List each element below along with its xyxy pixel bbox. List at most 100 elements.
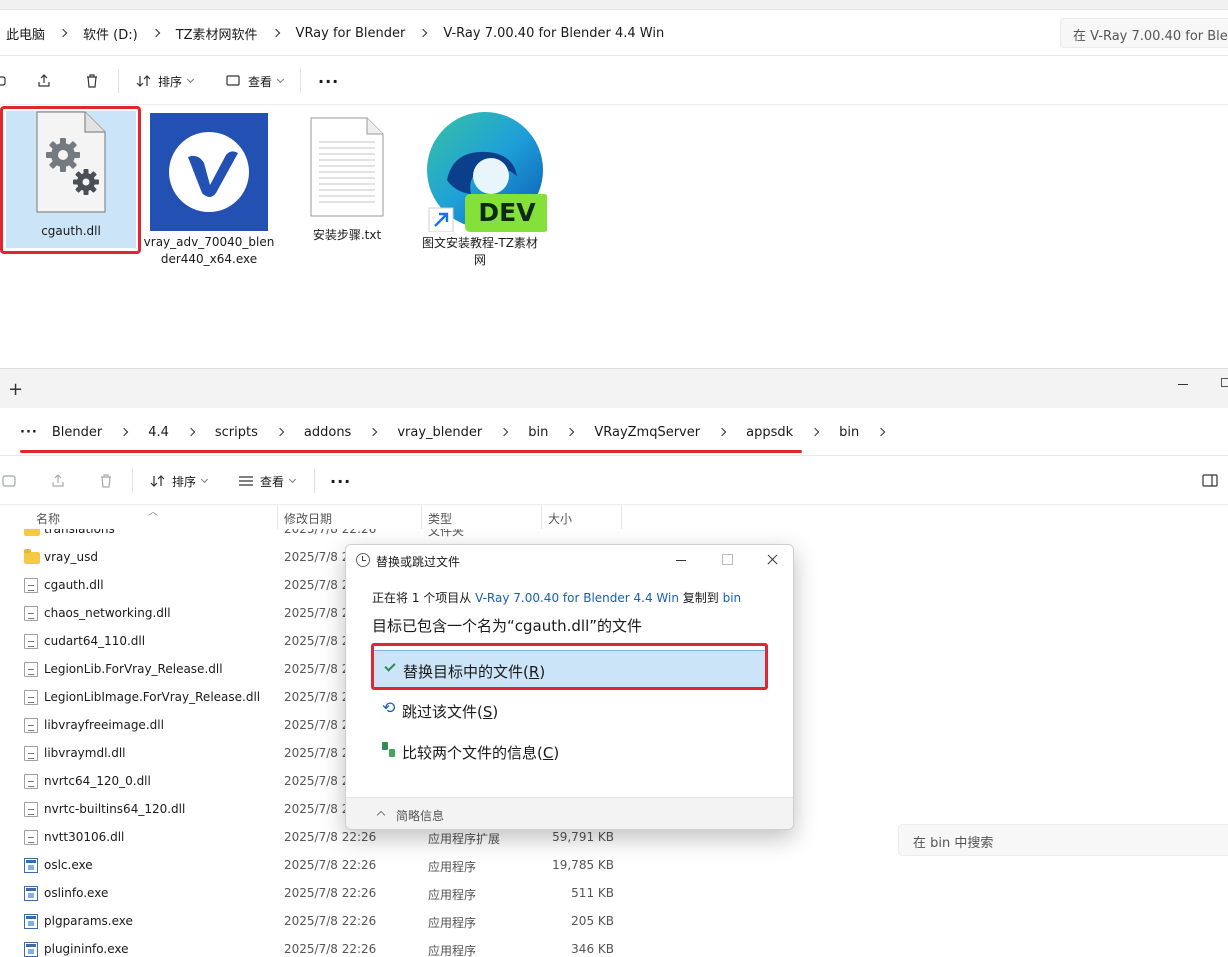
delete-button[interactable]	[84, 57, 100, 105]
chevron-right-icon[interactable]	[877, 427, 887, 437]
column-header-date[interactable]: 修改日期	[284, 510, 332, 527]
chevron-right-icon[interactable]	[369, 427, 379, 437]
table-row[interactable]: oslinfo.exe 2025/7/8 22:26 应用程序 511 KB	[0, 879, 700, 907]
more-options-button[interactable]: ···	[330, 457, 351, 505]
breadcrumb-item[interactable]: Blender	[52, 425, 102, 440]
file-name: cgauth.dll	[41, 224, 101, 238]
chevron-right-icon[interactable]	[718, 427, 728, 437]
top-search-input[interactable]: 在 V-Ray 7.00.40 for Blender 4.4 Win 中搜索	[1060, 18, 1228, 48]
share-icon	[38, 74, 50, 87]
file-tile-cgauth[interactable]: cgauth.dll	[4, 110, 138, 240]
chevron-right-icon[interactable]	[59, 28, 69, 38]
dialog-maximize-button	[704, 545, 750, 575]
breadcrumb-overflow-button[interactable]: ···	[20, 425, 38, 440]
chevron-right-icon[interactable]	[566, 427, 576, 437]
new-tab-button[interactable]: +	[8, 379, 23, 400]
vray-logo-icon	[150, 113, 268, 231]
breadcrumb-item[interactable]: V-Ray 7.00.40 for Blender 4.4 Win	[443, 26, 664, 41]
view-button[interactable]: 查看	[226, 57, 285, 105]
edge-dev-shortcut-icon: DEV	[427, 112, 549, 233]
breadcrumb-item[interactable]: vray_blender	[397, 425, 482, 440]
chevron-right-icon[interactable]	[500, 427, 510, 437]
row-type: 应用程序	[428, 916, 477, 930]
rename-button[interactable]	[2, 457, 18, 505]
chevron-right-icon[interactable]	[811, 427, 821, 437]
share-button[interactable]	[50, 457, 66, 505]
breadcrumb-item[interactable]: addons	[304, 425, 351, 440]
breadcrumb-item[interactable]: bin	[839, 425, 859, 440]
row-type: 应用程序扩展	[428, 832, 501, 846]
dialog-minimize-button[interactable]	[658, 545, 704, 575]
row-size: 19,785 KB	[552, 858, 614, 872]
conflict-message: 目标已包含一个名为“cgauth.dll”的文件	[372, 617, 643, 635]
chevron-right-icon[interactable]	[152, 28, 162, 38]
breadcrumb-item[interactable]: TZ素材网软件	[176, 24, 258, 43]
column-header-row: 名称 ︿ 修改日期 类型 大小	[0, 505, 1228, 529]
file-tile-install-txt[interactable]: 安装步骤.txt	[280, 110, 414, 244]
table-row[interactable]: translations 2025/7/8 22:26 文件夹	[0, 529, 700, 543]
dialog-close-button[interactable]	[749, 545, 793, 575]
column-header-name[interactable]: 名称	[36, 510, 60, 527]
compare-files-option[interactable]: 比较两个文件的信息(C)	[372, 732, 768, 770]
minimize-button[interactable]	[1160, 369, 1206, 399]
column-header-size[interactable]: 大小	[548, 510, 572, 527]
table-row[interactable]: oslc.exe 2025/7/8 22:26 应用程序 19,785 KB	[0, 851, 700, 879]
skip-file-option[interactable]: ⟲ 跳过该文件(S)	[372, 691, 768, 729]
breadcrumb-item[interactable]: appsdk	[746, 425, 793, 440]
breadcrumb-item[interactable]: bin	[528, 425, 548, 440]
column-divider[interactable]	[541, 505, 542, 529]
sort-icon	[150, 475, 165, 487]
sort-button[interactable]: 排序	[150, 457, 209, 505]
toolbar-divider	[314, 469, 315, 493]
toolbar-divider	[118, 69, 119, 93]
share-button[interactable]	[36, 57, 52, 105]
top-address-bar[interactable]: 此电脑 软件 (D:) TZ素材网软件 VRay for Blender V-R…	[0, 10, 1228, 56]
compare-option-text: 比较两个文件的信息	[402, 744, 538, 762]
column-header-type[interactable]: 类型	[428, 510, 452, 527]
dll-file-icon	[24, 746, 38, 761]
copy-description-mid: 复制到	[678, 591, 723, 605]
table-row[interactable]: plugininfo.exe 2025/7/8 22:26 应用程序 346 KB	[0, 935, 700, 957]
dll-file-icon	[24, 830, 38, 845]
file-tile-tutorial-link[interactable]: DEV 图文安装教程-TZ素材网	[418, 110, 552, 269]
breadcrumb-item[interactable]: VRay for Blender	[296, 26, 406, 41]
destination-folder-link[interactable]: bin	[723, 591, 742, 605]
more-options-button[interactable]: ···	[318, 57, 339, 105]
details-pane-button[interactable]	[1202, 457, 1218, 505]
breadcrumb-item[interactable]: 软件 (D:)	[83, 24, 138, 43]
row-type: 文件夹	[428, 529, 465, 538]
breadcrumb-item[interactable]: 4.4	[148, 425, 169, 440]
chevron-right-icon[interactable]	[276, 427, 286, 437]
breadcrumb-item[interactable]: scripts	[215, 425, 258, 440]
row-type: 应用程序	[428, 860, 477, 874]
copy-description-prefix: 正在将 1 个项目从	[372, 591, 476, 605]
breadcrumb-item[interactable]: 此电脑	[6, 24, 45, 43]
delete-button[interactable]	[98, 457, 114, 505]
column-divider[interactable]	[277, 505, 278, 529]
dev-badge-text: DEV	[478, 198, 536, 227]
chevron-right-icon[interactable]	[120, 427, 130, 437]
compare-option-label: 比较两个文件的信息(C)	[402, 744, 560, 762]
maximize-button[interactable]	[1221, 378, 1228, 387]
row-name: LegionLibImage.ForVray_Release.dll	[44, 690, 261, 704]
rename-button[interactable]	[0, 57, 8, 105]
breadcrumb-item[interactable]: VRayZmqServer	[594, 425, 700, 440]
table-row[interactable]: plgparams.exe 2025/7/8 22:26 应用程序 205 KB	[0, 907, 700, 935]
file-tile-vray-exe[interactable]: vray_adv_70040_blender440_x64.exe	[142, 110, 276, 268]
second-address-bar[interactable]: ··· Blender 4.4 scripts addons vray_blen…	[0, 408, 1228, 856]
chevron-up-icon	[376, 810, 386, 820]
fewer-details-toggle[interactable]: 简略信息	[346, 797, 793, 829]
row-name: translations	[44, 529, 115, 536]
row-size: 511 KB	[571, 886, 614, 900]
chevron-right-icon[interactable]	[187, 427, 197, 437]
view-button[interactable]: 查看	[238, 457, 297, 505]
column-divider[interactable]	[421, 505, 422, 529]
skip-option-label: 跳过该文件(S)	[402, 703, 499, 721]
chevron-right-icon[interactable]	[419, 28, 429, 38]
folder-icon	[24, 549, 40, 564]
chevron-right-icon[interactable]	[272, 28, 282, 38]
source-folder-link[interactable]: V-Ray 7.00.40 for Blender 4.4 Win	[475, 591, 679, 605]
sort-button[interactable]: 排序	[136, 57, 195, 105]
column-divider[interactable]	[621, 505, 622, 529]
top-window-titlebar	[0, 0, 1228, 10]
